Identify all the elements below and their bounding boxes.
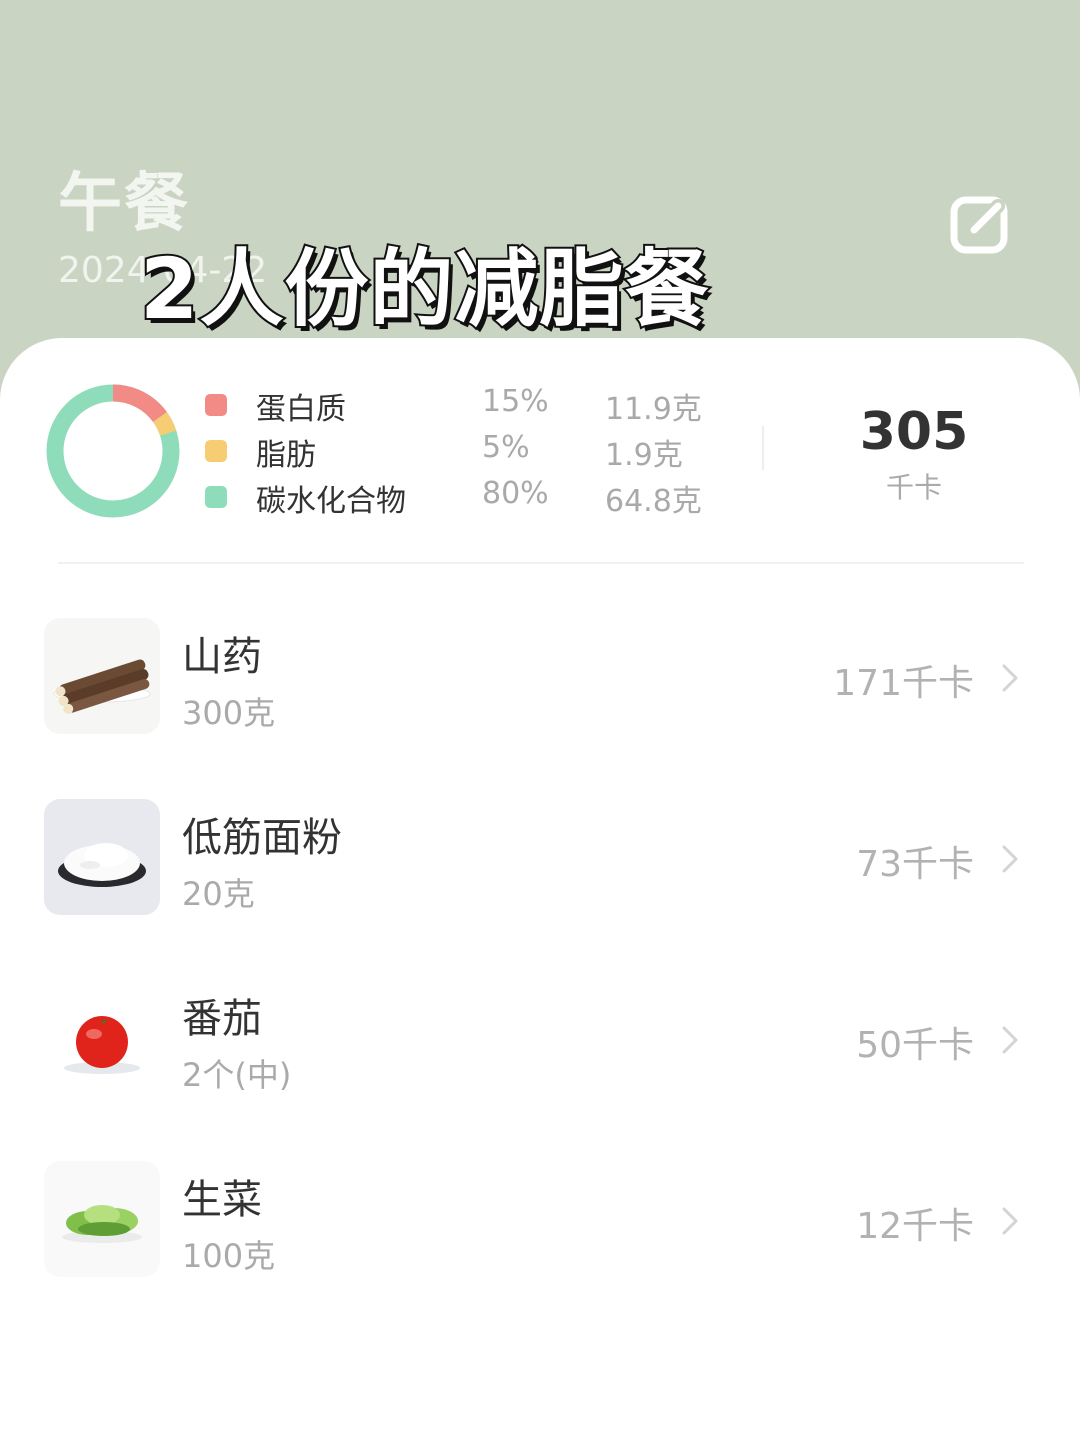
food-item-lettuce[interactable]: 生菜 100克 12千卡 bbox=[0, 1161, 1080, 1291]
food-name: 番茄 bbox=[182, 996, 262, 1042]
section-divider bbox=[58, 562, 1024, 564]
food-kcal: 50千卡 bbox=[856, 1025, 974, 1066]
overlay-caption: 2人份的减脂餐 bbox=[138, 238, 710, 340]
edit-button[interactable] bbox=[950, 192, 1012, 254]
macro-grams: 1.9克 bbox=[605, 438, 683, 473]
food-item-flour[interactable]: 低筋面粉 20克 73千卡 bbox=[0, 799, 1080, 929]
macro-name: 碳水化合物 bbox=[256, 484, 406, 519]
food-item-yam[interactable]: 山药 300克 171千卡 bbox=[0, 618, 1080, 748]
macro-name: 蛋白质 bbox=[256, 392, 346, 427]
meal-card: 蛋白质 15% 11.9克 脂肪 5% 1.9克 碳水化合物 80% 64.8克… bbox=[0, 338, 1080, 1439]
edit-icon bbox=[950, 196, 1008, 254]
chevron-right-icon bbox=[1002, 664, 1018, 692]
food-amount: 2个(中) bbox=[182, 1056, 292, 1094]
flour-image bbox=[44, 799, 160, 915]
food-kcal: 171千卡 bbox=[833, 663, 974, 704]
macro-name: 脂肪 bbox=[256, 438, 316, 473]
food-amount: 100克 bbox=[182, 1237, 276, 1275]
total-kcal: 305 bbox=[859, 402, 969, 462]
chevron-right-icon bbox=[1002, 1026, 1018, 1054]
macro-percent: 80% bbox=[482, 476, 549, 511]
lettuce-image bbox=[44, 1161, 160, 1277]
nutrition-summary: 蛋白质 15% 11.9克 脂肪 5% 1.9克 碳水化合物 80% 64.8克… bbox=[0, 338, 1080, 566]
fat-color-dot bbox=[205, 440, 227, 462]
meal-header: 午餐 2024-04-22 2人份的减脂餐 bbox=[0, 0, 1080, 380]
food-name: 生菜 bbox=[182, 1177, 262, 1223]
food-item-tomato[interactable]: 番茄 2个(中) 50千卡 bbox=[0, 980, 1080, 1110]
food-kcal: 73千卡 bbox=[856, 844, 974, 885]
food-amount: 20克 bbox=[182, 875, 255, 913]
food-name: 山药 bbox=[182, 634, 262, 680]
macro-percent: 5% bbox=[482, 430, 530, 465]
total-kcal-unit: 千卡 bbox=[885, 471, 942, 504]
macro-row-fat: 脂肪 5% 1.9克 bbox=[0, 428, 760, 474]
macro-grams: 11.9克 bbox=[605, 392, 702, 427]
carbs-color-dot bbox=[205, 486, 227, 508]
macro-row-protein: 蛋白质 15% 11.9克 bbox=[0, 382, 760, 428]
yam-image bbox=[44, 618, 160, 734]
summary-divider bbox=[762, 426, 764, 470]
food-amount: 300克 bbox=[182, 694, 276, 732]
food-kcal: 12千卡 bbox=[856, 1206, 974, 1247]
macro-grams: 64.8克 bbox=[605, 484, 702, 519]
chevron-right-icon bbox=[1002, 845, 1018, 873]
macro-percent: 15% bbox=[482, 384, 549, 419]
macro-row-carbs: 碳水化合物 80% 64.8克 bbox=[0, 474, 760, 520]
food-name: 低筋面粉 bbox=[182, 815, 342, 861]
tomato-image bbox=[44, 980, 160, 1096]
protein-color-dot bbox=[205, 394, 227, 416]
chevron-right-icon bbox=[1002, 1207, 1018, 1235]
